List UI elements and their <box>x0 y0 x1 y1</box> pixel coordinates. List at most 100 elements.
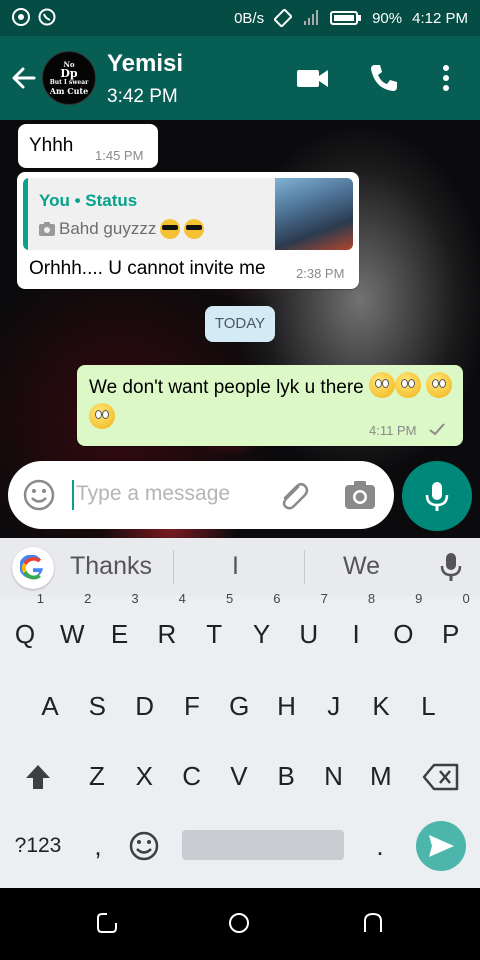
key-label: Y <box>252 619 271 649</box>
period-key[interactable]: . <box>358 818 402 874</box>
attach-icon[interactable] <box>276 479 310 513</box>
key-label: I <box>352 619 360 649</box>
key-c[interactable]: C <box>170 748 214 804</box>
quote-author: You • Status <box>39 191 138 210</box>
suggestion-strip: Thanks I We <box>0 538 480 596</box>
sent-tick-icon <box>429 423 445 436</box>
suggestion-divider <box>304 550 305 584</box>
key-r[interactable]: R4 <box>145 592 189 662</box>
voice-message-button[interactable] <box>402 461 472 531</box>
status-bar: 0B/s 90% 4:12 PM <box>0 0 480 36</box>
contact-name[interactable]: Yemisi <box>107 50 183 78</box>
message-input[interactable]: Type a message <box>76 482 230 506</box>
send-key[interactable] <box>416 821 466 871</box>
key-label: M <box>369 761 392 791</box>
key-i[interactable]: I8 <box>334 592 378 662</box>
key-label: A <box>41 691 59 721</box>
backspace-icon[interactable] <box>422 763 460 791</box>
voice-call-icon[interactable] <box>366 60 402 96</box>
message-text: We don't want people lyk u there <box>89 377 364 398</box>
keyboard[interactable]: Thanks I We ?123 , . Q1W2E3R4T5Y6U7I8O9P… <box>0 538 480 888</box>
key-digit-hint: 9 <box>415 591 423 606</box>
key-m[interactable]: M <box>359 748 403 804</box>
key-a[interactable]: A <box>28 678 72 734</box>
key-digit-hint: 0 <box>462 591 470 606</box>
key-label: W <box>60 619 85 649</box>
space-key[interactable] <box>182 830 344 860</box>
emoji-icon[interactable] <box>22 478 56 512</box>
key-j[interactable]: J <box>312 678 356 734</box>
key-p[interactable]: P0 <box>429 592 473 662</box>
whatsapp-icon <box>38 8 56 26</box>
avatar[interactable]: No Dp But I swear Am Cute <box>42 51 96 105</box>
key-s[interactable]: S <box>75 678 119 734</box>
key-u[interactable]: U7 <box>287 592 331 662</box>
keyboard-mic-icon[interactable] <box>438 552 464 582</box>
signal-icon <box>304 10 319 25</box>
message-composer[interactable]: Type a message <box>8 461 394 529</box>
key-d[interactable]: D <box>123 678 167 734</box>
key-label: H <box>277 691 296 721</box>
more-vert-icon[interactable] <box>428 60 464 96</box>
recents-icon[interactable] <box>96 912 118 934</box>
suggestion-2[interactable]: I <box>232 552 239 581</box>
avatar-text-3: But I swear <box>49 79 89 86</box>
clock: 4:12 PM <box>412 9 468 27</box>
key-w[interactable]: W2 <box>50 592 94 662</box>
mic-icon <box>425 482 449 511</box>
message-time: 1:45 PM <box>95 148 144 163</box>
key-l[interactable]: L <box>406 678 450 734</box>
key-label: N <box>324 761 343 791</box>
key-label: G <box>229 691 250 721</box>
message-outgoing[interactable]: We don't want people lyk u there 4:11 PM <box>77 365 463 446</box>
key-label: V <box>230 761 248 791</box>
key-digit-hint: 7 <box>320 591 328 606</box>
chat-header: No Dp But I swear Am Cute Yemisi 3:42 PM <box>0 36 480 120</box>
key-n[interactable]: N <box>312 748 356 804</box>
key-o[interactable]: O9 <box>381 592 425 662</box>
message-incoming[interactable]: Yhhh 1:45 PM <box>18 124 158 168</box>
key-digit-hint: 4 <box>178 591 186 606</box>
rotate-icon <box>274 9 293 27</box>
suggestion-divider <box>173 550 174 584</box>
key-x[interactable]: X <box>122 748 166 804</box>
key-label: D <box>135 691 154 721</box>
key-label: L <box>421 691 436 721</box>
camera-icon[interactable] <box>342 477 378 513</box>
quoted-status[interactable]: You • Status Bahd guyzzz <box>23 178 353 250</box>
key-q[interactable]: Q1 <box>3 592 47 662</box>
google-icon[interactable] <box>12 547 54 589</box>
message-incoming-reply[interactable]: You • Status Bahd guyzzz Orhhh.... U can… <box>17 172 359 289</box>
key-f[interactable]: F <box>170 678 214 734</box>
data-speed: 0B/s <box>234 9 265 27</box>
comma-key[interactable]: , <box>76 818 120 874</box>
key-digit-hint: 3 <box>131 591 139 606</box>
eye-roll-emoji-icon <box>426 372 453 398</box>
key-t[interactable]: T5 <box>192 592 236 662</box>
key-y[interactable]: Y6 <box>240 592 284 662</box>
shift-icon[interactable] <box>22 761 54 793</box>
contact-last-seen: 3:42 PM <box>107 86 178 107</box>
back-nav-icon[interactable] <box>362 912 384 934</box>
symbols-key[interactable]: ?123 <box>10 818 66 874</box>
key-g[interactable]: G <box>217 678 261 734</box>
key-b[interactable]: B <box>264 748 308 804</box>
quote-bar <box>23 178 28 250</box>
key-digit-hint: 2 <box>84 591 92 606</box>
message-text: Yhhh <box>29 135 74 156</box>
emoji-key-icon[interactable] <box>128 830 160 862</box>
key-label: Q <box>14 619 36 649</box>
key-label: B <box>277 761 295 791</box>
home-icon[interactable] <box>228 912 250 934</box>
key-v[interactable]: V <box>217 748 261 804</box>
video-call-icon[interactable] <box>295 60 331 96</box>
battery-percent: 90% <box>372 9 403 27</box>
key-h[interactable]: H <box>265 678 309 734</box>
key-k[interactable]: K <box>359 678 403 734</box>
key-z[interactable]: Z <box>75 748 119 804</box>
suggestion-3[interactable]: We <box>343 552 380 581</box>
suggestion-1[interactable]: Thanks <box>70 552 152 581</box>
key-label: S <box>88 691 106 721</box>
back-arrow-icon[interactable] <box>10 64 38 92</box>
key-e[interactable]: E3 <box>98 592 142 662</box>
